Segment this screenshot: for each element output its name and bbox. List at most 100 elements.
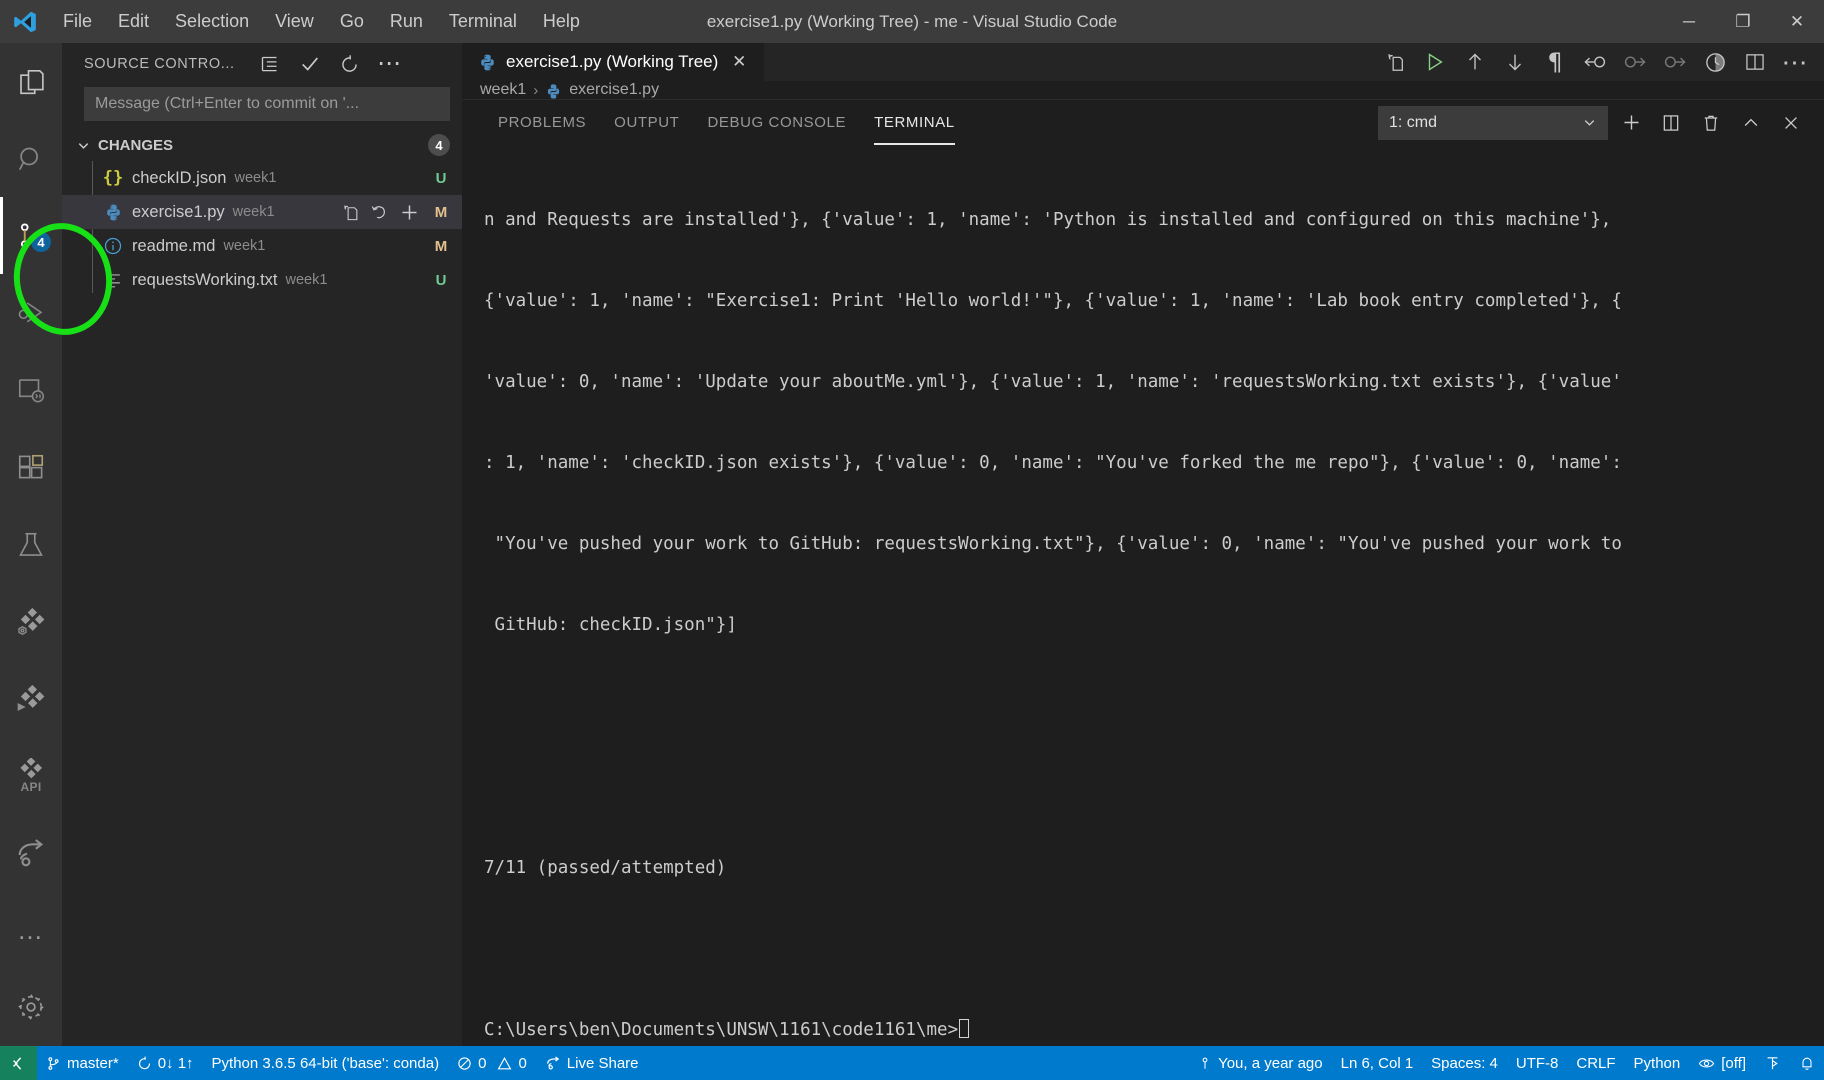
more-actions-icon[interactable]: ⋯ bbox=[373, 47, 407, 81]
breadcrumb-file[interactable]: exercise1.py bbox=[569, 81, 659, 99]
workbench: 4 API … SOURCE CONTRO... ⋯ Message (Ctrl… bbox=[0, 43, 1824, 1080]
sidebar-title: SOURCE CONTRO... bbox=[84, 56, 235, 72]
sidebar-item-explorer[interactable] bbox=[0, 43, 62, 120]
commit-check-icon[interactable] bbox=[293, 47, 327, 81]
encoding-label: UTF-8 bbox=[1515, 1054, 1559, 1072]
commit-message-wrap bbox=[62, 85, 462, 129]
menu-run[interactable]: Run bbox=[377, 7, 436, 36]
sidebar-item-azure[interactable] bbox=[0, 583, 62, 660]
status-cursor-position[interactable]: Ln 6, Col 1 bbox=[1332, 1046, 1423, 1080]
kill-terminal-icon[interactable] bbox=[1694, 106, 1728, 140]
view-as-tree-icon[interactable] bbox=[253, 47, 287, 81]
azure-pipelines-icon bbox=[15, 683, 47, 715]
menu-terminal[interactable]: Terminal bbox=[436, 7, 530, 36]
menu-go[interactable]: Go bbox=[327, 7, 377, 36]
status-indentation[interactable]: Spaces: 4 bbox=[1422, 1046, 1507, 1080]
status-live-share[interactable]: Live Share bbox=[536, 1046, 648, 1080]
changes-group-header[interactable]: CHANGES 4 bbox=[62, 129, 462, 161]
tab-exercise1-py-working-tree[interactable]: exercise1.py (Working Tree) ✕ bbox=[462, 43, 766, 81]
tab-debug-console[interactable]: DEBUG CONSOLE bbox=[693, 100, 860, 145]
list-item[interactable]: {} checkID.json week1 U bbox=[62, 161, 462, 195]
manage-settings-button[interactable] bbox=[0, 969, 62, 1046]
terminal-line-result: 7/11 (passed/attempted) bbox=[484, 858, 727, 878]
open-changes-icon[interactable] bbox=[1376, 43, 1414, 81]
discard-changes-icon[interactable] bbox=[370, 203, 389, 222]
sidebar-item-extensions[interactable] bbox=[0, 429, 62, 506]
editor-tab-bar: exercise1.py (Working Tree) ✕ ¶ ⋯ bbox=[462, 43, 1824, 81]
status-python-interpreter[interactable]: Python 3.6.5 64-bit ('base': conda) bbox=[203, 1046, 449, 1080]
resource-folder: week1 bbox=[234, 170, 277, 186]
status-notifications[interactable] bbox=[1790, 1046, 1824, 1080]
maximize-panel-icon[interactable] bbox=[1734, 106, 1768, 140]
status-git-blame[interactable]: You, a year ago bbox=[1189, 1046, 1332, 1080]
menu-selection[interactable]: Selection bbox=[162, 7, 262, 36]
language-mode-label: Python bbox=[1633, 1054, 1681, 1072]
sidebar-item-testing[interactable] bbox=[0, 506, 62, 583]
status-bar-right: You, a year ago Ln 6, Col 1 Spaces: 4 UT… bbox=[1189, 1046, 1824, 1080]
terminal-line: n and Requests are installed'}, {'value'… bbox=[484, 210, 1612, 230]
sync-label: 0↓ 1↑ bbox=[157, 1054, 194, 1072]
split-terminal-icon[interactable] bbox=[1654, 106, 1688, 140]
tab-output[interactable]: OUTPUT bbox=[600, 100, 693, 145]
status-encoding[interactable]: UTF-8 bbox=[1507, 1046, 1568, 1080]
terminal-prompt: C:\Users\ben\Documents\UNSW\1161\code116… bbox=[484, 1020, 959, 1040]
next-change-icon[interactable] bbox=[1496, 43, 1534, 81]
status-problems[interactable]: 0 0 bbox=[448, 1046, 536, 1080]
previous-change-icon[interactable] bbox=[1456, 43, 1494, 81]
close-panel-icon[interactable] bbox=[1774, 106, 1808, 140]
remote-indicator-button[interactable] bbox=[0, 1046, 37, 1080]
sidebar-item-run-and-debug[interactable] bbox=[0, 274, 62, 351]
terminal-prompt-line: C:\Users\ben\Documents\UNSW\1161\code116… bbox=[484, 1017, 1810, 1044]
menu-view[interactable]: View bbox=[262, 7, 327, 36]
close-button[interactable]: ✕ bbox=[1770, 0, 1824, 43]
status-sync[interactable]: 0↓ 1↑ bbox=[128, 1046, 203, 1080]
vscode-logo-icon bbox=[0, 9, 50, 35]
status-branch[interactable]: master* bbox=[37, 1046, 128, 1080]
timeline-icon[interactable] bbox=[1696, 43, 1734, 81]
menu-help[interactable]: Help bbox=[530, 7, 593, 36]
breadcrumb: week1 › exercise1.py bbox=[462, 81, 1824, 99]
tab-problems[interactable]: PROBLEMS bbox=[484, 100, 600, 145]
stage-changes-icon[interactable] bbox=[399, 202, 420, 223]
sidebar-item-remote-explorer[interactable] bbox=[0, 352, 62, 429]
run-python-file-icon[interactable] bbox=[1416, 43, 1454, 81]
terminal-cursor bbox=[959, 1019, 970, 1038]
live-share-label: Live Share bbox=[566, 1054, 639, 1072]
toggle-inline-view-icon[interactable] bbox=[1576, 43, 1614, 81]
sidebar-item-source-control[interactable]: 4 bbox=[0, 197, 62, 275]
terminal-selector-dropdown[interactable]: 1: cmd bbox=[1378, 105, 1608, 140]
breadcrumb-folder[interactable]: week1 bbox=[480, 81, 526, 99]
tab-terminal[interactable]: TERMINAL bbox=[860, 100, 969, 145]
commit-message-input[interactable] bbox=[84, 87, 450, 121]
sidebar-item-azure-pipelines[interactable] bbox=[0, 660, 62, 737]
menu-file[interactable]: File bbox=[50, 7, 105, 36]
status-send-feedback[interactable] bbox=[1755, 1046, 1790, 1080]
list-item[interactable]: exercise1.py week1 M bbox=[62, 195, 462, 229]
new-terminal-icon[interactable] bbox=[1614, 106, 1648, 140]
sidebar-item-search[interactable] bbox=[0, 120, 62, 197]
status-eol[interactable]: CRLF bbox=[1567, 1046, 1624, 1080]
toggle-whitespace-icon[interactable]: ¶ bbox=[1536, 43, 1574, 81]
split-editor-icon[interactable] bbox=[1736, 43, 1774, 81]
list-item[interactable]: readme.md week1 M bbox=[62, 229, 462, 263]
maximize-button[interactable]: ❐ bbox=[1716, 0, 1770, 43]
open-file-icon[interactable] bbox=[341, 203, 360, 222]
sidebar-item-live-share[interactable] bbox=[0, 815, 62, 892]
menu-bar[interactable]: File Edit Selection View Go Run Terminal… bbox=[50, 7, 593, 36]
stage-change-icon[interactable] bbox=[1616, 43, 1654, 81]
status-language-mode[interactable]: Python bbox=[1625, 1046, 1690, 1080]
refresh-icon[interactable] bbox=[333, 47, 367, 81]
tab-close-icon[interactable]: ✕ bbox=[727, 50, 751, 74]
minimize-button[interactable]: ─ bbox=[1662, 0, 1716, 43]
more-actions-icon[interactable]: ⋯ bbox=[1776, 43, 1814, 81]
revert-change-icon[interactable] bbox=[1656, 43, 1694, 81]
sidebar-item-api-management[interactable]: API bbox=[0, 737, 62, 814]
status-screencast-mode[interactable]: [off] bbox=[1689, 1046, 1755, 1080]
list-item[interactable]: requestsWorking.txt week1 U bbox=[62, 263, 462, 297]
editor-toolbar: ¶ ⋯ bbox=[1376, 43, 1824, 81]
activity-bar-more-button[interactable]: … bbox=[0, 892, 62, 969]
menu-edit[interactable]: Edit bbox=[105, 7, 162, 36]
beaker-icon bbox=[16, 530, 46, 560]
terminal-output[interactable]: n and Requests are installed'}, {'value'… bbox=[462, 145, 1824, 1080]
